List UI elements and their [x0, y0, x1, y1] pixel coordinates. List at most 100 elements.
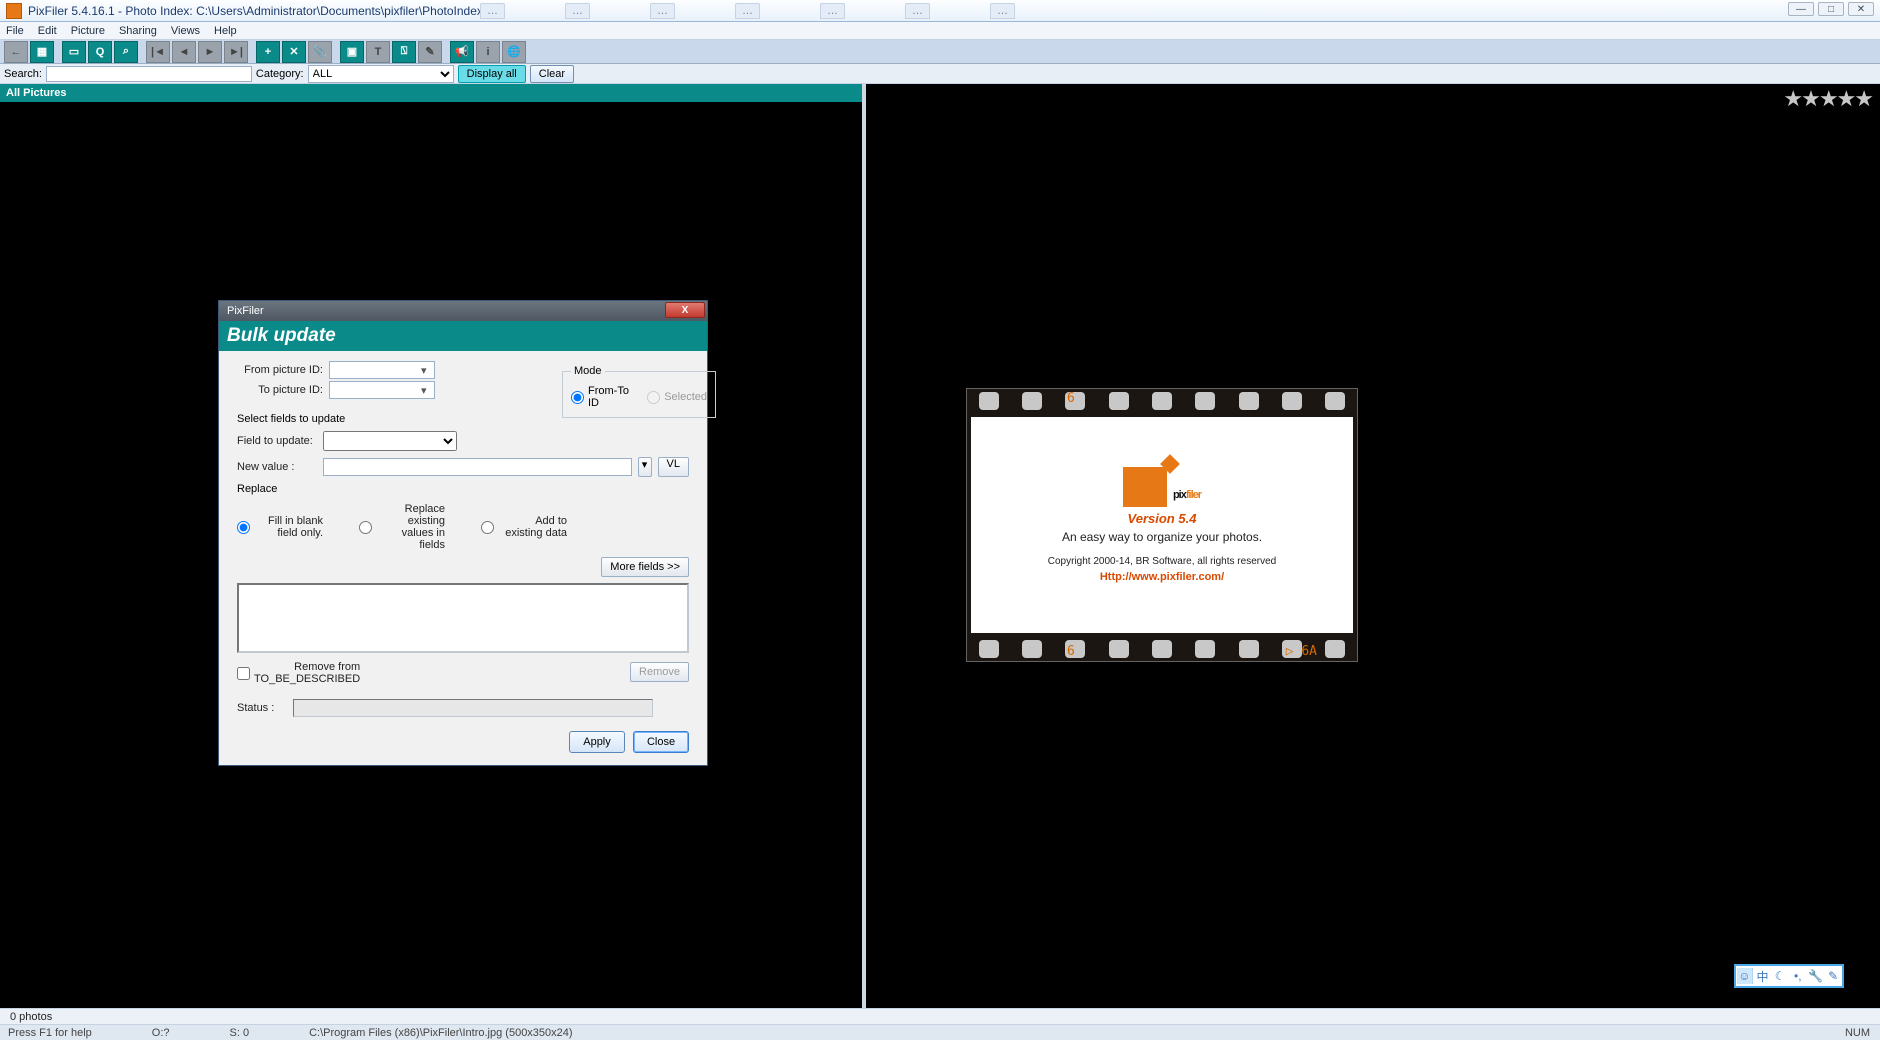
browser-tab[interactable]: …	[990, 3, 1015, 19]
film-mark-top: 6	[1067, 391, 1075, 406]
menu-edit[interactable]: Edit	[38, 25, 57, 37]
filmstrip-top	[967, 389, 1357, 413]
mode-from-to-input[interactable]	[571, 391, 584, 404]
app-icon	[6, 3, 22, 19]
remove-described-input[interactable]	[237, 667, 250, 680]
properties-icon[interactable]: ▣	[340, 41, 364, 63]
chevron-down-icon[interactable]: ▾	[421, 384, 427, 397]
status-bar: 0 photos	[0, 1008, 1880, 1024]
replace-add-label: Add to existing data	[498, 515, 567, 539]
mode-group: Mode From-To ID Selected	[562, 365, 716, 418]
dialog-title-text: PixFiler	[227, 305, 264, 317]
dialog-close-button[interactable]: X	[665, 302, 705, 318]
replace-existing-label: Replace existing values in fields	[376, 503, 445, 551]
replace-existing-radio[interactable]: Replace existing values in fields	[359, 503, 445, 551]
filter-bar: Search: Category: ALL Display all Clear	[0, 64, 1880, 84]
from-picture-combo[interactable]	[329, 361, 435, 379]
remove-described-checkbox[interactable]: Remove from TO_BE_DESCRIBED	[237, 661, 323, 685]
binoculars-icon[interactable]: ⌕	[114, 41, 138, 63]
next-icon[interactable]: ►	[198, 41, 222, 63]
logo-icon	[1123, 467, 1167, 507]
first-icon[interactable]: |◄	[146, 41, 170, 63]
ime-edit-icon[interactable]: ✎	[1825, 968, 1841, 984]
remove-button[interactable]: Remove	[630, 662, 689, 682]
splash-url: Http://www.pixfiler.com/	[1100, 571, 1224, 583]
category-select[interactable]: ALL	[308, 65, 454, 83]
delete-icon[interactable]: ✕	[282, 41, 306, 63]
ime-settings-icon[interactable]: 🔧	[1807, 968, 1823, 984]
remove-described-label: Remove from TO_BE_DESCRIBED	[254, 661, 360, 685]
preview-image: 6 6 ▷ 6A pixfiler Version 5.4 An easy wa…	[966, 388, 1358, 662]
status-display	[293, 699, 653, 717]
slideshow-icon[interactable]: ▭	[62, 41, 86, 63]
close-button[interactable]: Close	[633, 731, 689, 753]
replace-existing-input[interactable]	[359, 521, 372, 534]
display-all-button[interactable]: Display all	[458, 65, 526, 83]
ime-moon-icon[interactable]: ☾	[1772, 968, 1788, 984]
textbox-icon[interactable]: ⍂	[392, 41, 416, 63]
thumbnails-icon[interactable]: ▦	[30, 41, 54, 63]
menu-bar: File Edit Picture Sharing Views Help	[0, 22, 1880, 40]
status-path: C:\Program Files (x86)\PixFiler\Intro.jp…	[309, 1027, 572, 1039]
to-picture-label: To picture ID:	[237, 384, 323, 396]
help-hint: Press F1 for help	[8, 1027, 92, 1039]
close-window-button[interactable]: ✕	[1848, 2, 1874, 16]
menu-help[interactable]: Help	[214, 25, 237, 37]
edit-icon[interactable]: ✎	[418, 41, 442, 63]
dialog-header: Bulk update	[219, 321, 707, 351]
background-tabs: … … … … … … …	[480, 2, 1730, 20]
browser-tab[interactable]: …	[565, 3, 590, 19]
attach-icon[interactable]: 📎	[308, 41, 332, 63]
splash-version: Version 5.4	[1128, 511, 1197, 526]
dialog-titlebar[interactable]: PixFiler X	[219, 301, 707, 321]
to-picture-combo[interactable]	[329, 381, 435, 399]
replace-blank-input[interactable]	[237, 521, 250, 534]
search-icon[interactable]: Q	[88, 41, 112, 63]
replace-add-input[interactable]	[481, 521, 494, 534]
back-icon[interactable]: ←	[4, 41, 28, 63]
ime-lang-icon[interactable]: 中	[1754, 968, 1770, 984]
globe-icon[interactable]: 🌐	[502, 41, 526, 63]
text-a-icon[interactable]: T	[366, 41, 390, 63]
chevron-down-icon[interactable]: ▾	[421, 364, 427, 377]
announce-icon[interactable]: 📢	[450, 41, 474, 63]
maximize-button[interactable]: □	[1818, 2, 1844, 16]
ime-face-icon[interactable]: ☺	[1737, 968, 1753, 984]
browser-tab[interactable]: …	[650, 3, 675, 19]
menu-sharing[interactable]: Sharing	[119, 25, 157, 37]
menu-picture[interactable]: Picture	[71, 25, 105, 37]
ime-punct-icon[interactable]: •,	[1790, 968, 1806, 984]
add-icon[interactable]: +	[256, 41, 280, 63]
clear-filter-button[interactable]: Clear	[530, 65, 574, 83]
new-value-dropdown-button[interactable]: ▾	[638, 457, 652, 477]
search-input[interactable]	[46, 66, 252, 82]
minimize-button[interactable]: —	[1788, 2, 1814, 16]
browser-tab[interactable]: …	[480, 3, 505, 19]
main-toolbar: ←▦ ▭Q⌕ |◄◄►►| +✕📎 ▣T⍂✎ 📢i🌐	[0, 40, 1880, 64]
apply-button[interactable]: Apply	[569, 731, 625, 753]
menu-file[interactable]: File	[6, 25, 24, 37]
last-icon[interactable]: ►|	[224, 41, 248, 63]
photo-count: 0 photos	[10, 1011, 52, 1023]
browser-tab[interactable]: …	[905, 3, 930, 19]
fields-textarea[interactable]	[237, 583, 689, 653]
pixfiler-logo: pixfiler	[1123, 467, 1201, 507]
mode-from-to-radio[interactable]: From-To ID	[571, 385, 631, 409]
info-icon[interactable]: i	[476, 41, 500, 63]
thumbnail-area[interactable]: PixFiler X Bulk update From picture ID: …	[0, 102, 862, 1012]
splash-copyright: Copyright 2000-14, BR Software, all righ…	[1048, 556, 1276, 567]
prev-icon[interactable]: ◄	[172, 41, 196, 63]
more-fields-button[interactable]: More fields >>	[601, 557, 689, 577]
new-value-input[interactable]	[323, 458, 632, 476]
browser-tab[interactable]: …	[735, 3, 760, 19]
field-to-update-select[interactable]	[323, 431, 457, 451]
replace-add-radio[interactable]: Add to existing data	[481, 515, 567, 539]
browser-tab[interactable]: …	[820, 3, 845, 19]
replace-blank-radio[interactable]: Fill in blank field only.	[237, 515, 323, 539]
vl-button[interactable]: VL	[658, 457, 689, 477]
rating-stars[interactable]: ★★★★★	[1783, 86, 1872, 112]
window-titlebar: PixFiler 5.4.16.1 - Photo Index: C:\User…	[0, 0, 1880, 22]
ime-tray[interactable]: ☺ 中 ☾ •, 🔧 ✎	[1734, 964, 1844, 988]
status-label: Status :	[237, 702, 287, 714]
menu-views[interactable]: Views	[171, 25, 200, 37]
